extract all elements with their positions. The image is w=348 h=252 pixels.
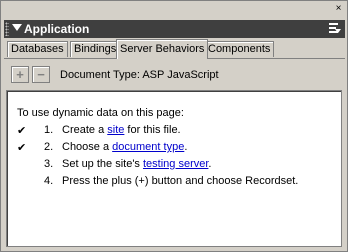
step-text: Press the plus (+) button and choose Rec…	[62, 175, 299, 187]
testing-server-link[interactable]: testing server	[143, 158, 208, 170]
toolbar: + − Document Type: ASP JavaScript	[4, 59, 345, 89]
step-number: 1.	[44, 124, 54, 136]
checkmark-icon: ✔	[17, 142, 27, 154]
document-type-label: Document Type: ASP JavaScript	[60, 69, 219, 81]
site-link[interactable]: site	[107, 124, 124, 136]
step-text: Create a site for this file.	[62, 124, 181, 136]
gripper-icon[interactable]	[5, 22, 9, 36]
step-text: Set up the site's testing server.	[62, 158, 211, 170]
step-number: 2.	[44, 141, 54, 153]
step-text-post: for this file.	[124, 124, 181, 136]
step-text-pre: Choose a	[62, 141, 113, 153]
instructions-pane: To use dynamic data on this page: ✔ 1. C…	[6, 90, 342, 247]
step-text-post: .	[184, 141, 188, 153]
tab-databases[interactable]: Databases	[7, 41, 68, 57]
tab-bar: Databases Bindings Server Behaviors Comp…	[4, 39, 345, 59]
options-menu-icon[interactable]	[329, 23, 341, 34]
step-text-pre: Set up the site's	[62, 158, 143, 170]
document-type-link[interactable]: document type	[112, 141, 184, 153]
tab-server-behaviors[interactable]: Server Behaviors	[116, 39, 209, 59]
tab-components[interactable]: Components	[204, 41, 275, 57]
step-number: 3.	[44, 158, 54, 170]
application-panel-window: × Application Databases Bindings Server …	[0, 0, 348, 252]
panel-title: Application	[24, 22, 90, 36]
step-text-pre: Create a	[62, 124, 108, 136]
intro-text: To use dynamic data on this page:	[17, 107, 184, 119]
panel-header[interactable]: Application	[4, 20, 345, 38]
panel-top-strip: ×	[1, 1, 347, 18]
step-text: Choose a document type.	[62, 141, 187, 153]
step-number: 4.	[44, 175, 54, 187]
add-server-behavior-button[interactable]: +	[11, 66, 29, 83]
tab-bindings[interactable]: Bindings	[70, 41, 121, 57]
remove-server-behavior-button[interactable]: −	[32, 66, 50, 83]
step-text-post: .	[208, 158, 212, 170]
triangle-down-icon[interactable]	[12, 24, 22, 31]
close-icon[interactable]: ×	[333, 3, 344, 14]
checkmark-icon: ✔	[17, 125, 27, 137]
